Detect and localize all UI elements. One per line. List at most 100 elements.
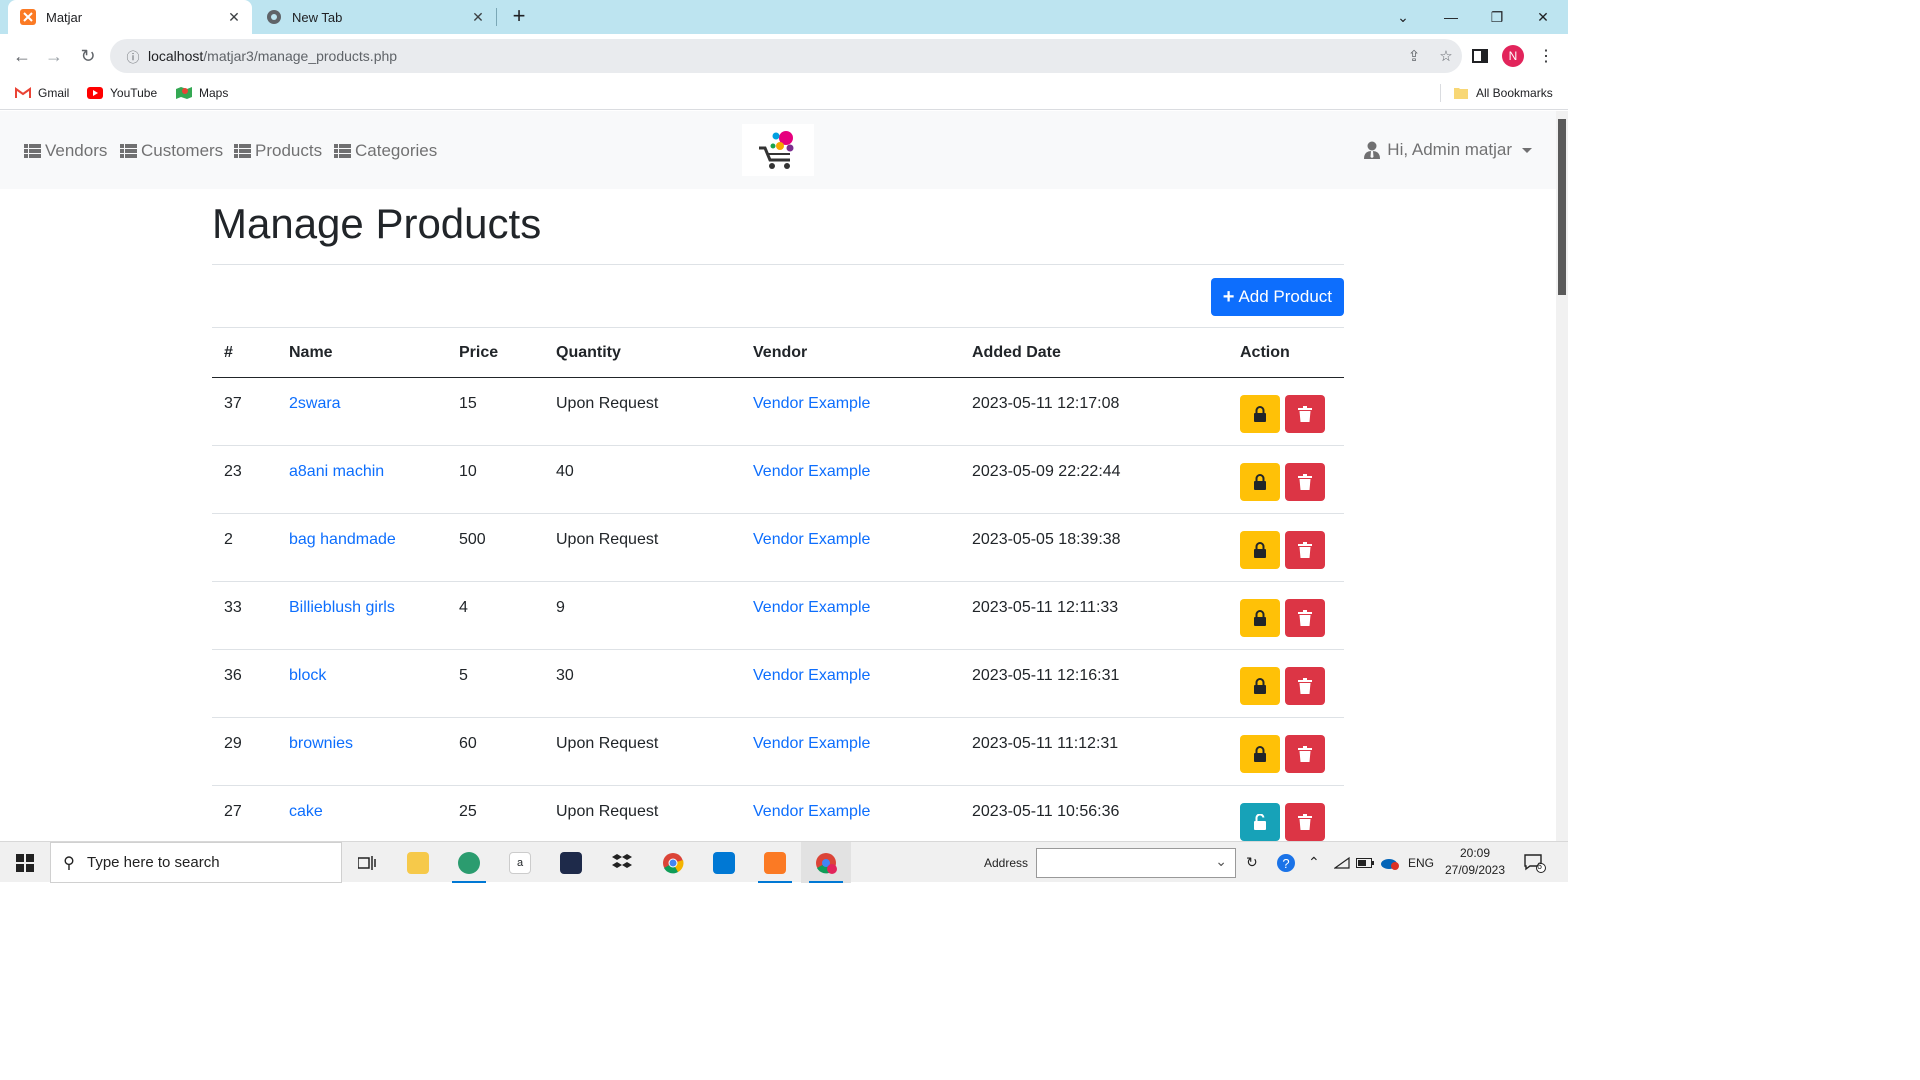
lock-button[interactable] xyxy=(1240,463,1280,501)
dropbox-icon[interactable] xyxy=(597,842,647,883)
product-added-date: 2023-05-11 12:17:08 xyxy=(960,377,1228,446)
trash-icon xyxy=(1298,746,1312,762)
minimize-icon[interactable]: — xyxy=(1428,0,1474,34)
delete-button[interactable] xyxy=(1285,531,1325,569)
vendor-link[interactable]: Vendor Example xyxy=(753,803,870,820)
trash-icon xyxy=(1298,474,1312,490)
tab-new-tab[interactable]: New Tab ✕ xyxy=(256,0,496,34)
lock-button[interactable] xyxy=(1240,735,1280,773)
amazon-icon[interactable]: a xyxy=(495,842,545,883)
vendor-link[interactable]: Vendor Example xyxy=(753,667,870,684)
nav-customers[interactable]: Customers xyxy=(120,141,223,161)
scrollbar-thumb[interactable] xyxy=(1558,119,1566,295)
system-clock[interactable]: 20:09 27/09/2023 xyxy=(1440,845,1510,879)
microsoft-store-icon[interactable] xyxy=(699,842,749,883)
new-tab-plus-icon[interactable]: + xyxy=(508,5,530,27)
delete-button[interactable] xyxy=(1285,667,1325,705)
tab-matjar[interactable]: Matjar ✕ xyxy=(8,0,252,34)
lock-button[interactable] xyxy=(1240,395,1280,433)
chrome-profile-icon[interactable] xyxy=(801,842,851,883)
unlock-button[interactable] xyxy=(1240,803,1280,841)
address-input[interactable] xyxy=(1036,847,1237,878)
product-id: 23 xyxy=(212,445,277,514)
trash-icon xyxy=(1298,814,1312,830)
delete-button[interactable] xyxy=(1285,463,1325,501)
product-added-date: 2023-05-11 12:11:33 xyxy=(960,581,1228,650)
onedrive-error-icon[interactable] xyxy=(1380,842,1400,883)
page-title: Manage Products xyxy=(212,200,542,247)
close-window-icon[interactable]: ✕ xyxy=(1520,0,1566,34)
product-added-date: 2023-05-05 18:39:38 xyxy=(960,513,1228,582)
lock-button[interactable] xyxy=(1240,667,1280,705)
help-icon[interactable]: ? xyxy=(1276,842,1296,883)
tab-search-chevron-icon[interactable]: ⌄ xyxy=(1380,0,1426,34)
site-logo[interactable] xyxy=(742,124,814,176)
product-actions xyxy=(1228,581,1344,650)
bookmark-gmail[interactable]: Gmail xyxy=(14,84,69,102)
reload-icon[interactable]: ↻ xyxy=(74,42,102,70)
delete-button[interactable] xyxy=(1285,395,1325,433)
product-name-link[interactable]: 2swara xyxy=(289,395,341,412)
terminal-app-icon[interactable] xyxy=(546,842,596,883)
more-menu-icon[interactable]: ⋮ xyxy=(1534,44,1558,68)
notification-center-icon[interactable]: 6 xyxy=(1524,842,1546,883)
battery-icon[interactable] xyxy=(1356,842,1374,883)
nav-categories[interactable]: Categories xyxy=(334,141,437,161)
forward-arrow-icon[interactable]: → xyxy=(40,42,68,70)
edge-icon[interactable] xyxy=(444,842,494,883)
vendor-link[interactable]: Vendor Example xyxy=(753,599,870,616)
lock-button[interactable] xyxy=(1240,599,1280,637)
product-quantity: Upon Request xyxy=(544,513,741,582)
language-indicator[interactable]: ENG xyxy=(1408,842,1434,883)
product-name-link[interactable]: a8ani machin xyxy=(289,463,384,480)
vendor-link[interactable]: Vendor Example xyxy=(753,531,870,548)
task-view-icon[interactable] xyxy=(342,842,392,883)
product-name-link[interactable]: cake xyxy=(289,803,323,820)
bookmark-star-icon[interactable]: ☆ xyxy=(1430,47,1462,65)
bookmark-youtube[interactable]: YouTube xyxy=(86,84,157,102)
taskbar-search-box[interactable]: ⚲ Type here to search xyxy=(50,842,342,883)
product-vendor-cell: Vendor Example xyxy=(741,649,960,718)
nav-vendors[interactable]: Vendors xyxy=(24,141,107,161)
nav-label: Categories xyxy=(355,141,438,160)
show-hidden-icons-chevron-icon[interactable]: ⌃ xyxy=(1308,842,1320,883)
vendor-link[interactable]: Vendor Example xyxy=(753,395,870,412)
file-explorer-icon[interactable] xyxy=(393,842,443,883)
table-row: 36 block 5 30 Vendor Example 2023-05-11 12:16… xyxy=(212,649,1344,718)
user-menu[interactable]: Hi, Admin matjar xyxy=(1364,140,1532,160)
refresh-icon[interactable]: ↻ xyxy=(1246,854,1258,871)
side-panel-icon[interactable] xyxy=(1468,44,1492,68)
site-info-icon[interactable]: ⓘ xyxy=(118,47,148,66)
address-label: Address xyxy=(984,855,1029,870)
product-name-cell: block xyxy=(277,649,447,718)
product-name-link[interactable]: bag handmade xyxy=(289,531,396,548)
wifi-icon[interactable] xyxy=(1334,842,1350,883)
xampp-icon[interactable] xyxy=(750,842,800,883)
restore-icon[interactable]: ❐ xyxy=(1474,0,1520,34)
vendor-link[interactable]: Vendor Example xyxy=(753,463,870,480)
delete-button[interactable] xyxy=(1285,599,1325,637)
all-bookmarks-folder[interactable]: All Bookmarks xyxy=(1452,84,1553,102)
profile-avatar[interactable]: N xyxy=(1501,44,1525,68)
chrome-favicon-icon xyxy=(266,9,282,25)
close-tab-icon[interactable]: ✕ xyxy=(224,9,244,26)
vendor-link[interactable]: Vendor Example xyxy=(753,735,870,752)
nav-products[interactable]: Products xyxy=(234,141,322,161)
address-bar[interactable]: ⓘ localhost/matjar3/manage_products.php … xyxy=(110,39,1462,73)
product-name-link[interactable]: brownies xyxy=(289,735,353,752)
share-icon[interactable]: ⇪ xyxy=(1398,47,1430,65)
chrome-icon[interactable] xyxy=(648,842,698,883)
windows-start-icon[interactable] xyxy=(0,842,50,883)
add-product-button[interactable]: + Add Product xyxy=(1210,278,1344,316)
delete-button[interactable] xyxy=(1285,803,1325,841)
product-name-link[interactable]: block xyxy=(289,667,326,684)
close-tab-icon[interactable]: ✕ xyxy=(468,9,488,26)
product-name-link[interactable]: Billieblush girls xyxy=(289,599,395,616)
product-quantity: Upon Request xyxy=(544,377,741,446)
back-arrow-icon[interactable]: ← xyxy=(8,42,36,70)
lock-button[interactable] xyxy=(1240,531,1280,569)
url-text[interactable]: localhost/matjar3/manage_products.php xyxy=(148,48,1398,64)
delete-button[interactable] xyxy=(1285,735,1325,773)
bookmark-maps[interactable]: Maps xyxy=(175,84,228,102)
page-scrollbar[interactable] xyxy=(1556,111,1568,841)
